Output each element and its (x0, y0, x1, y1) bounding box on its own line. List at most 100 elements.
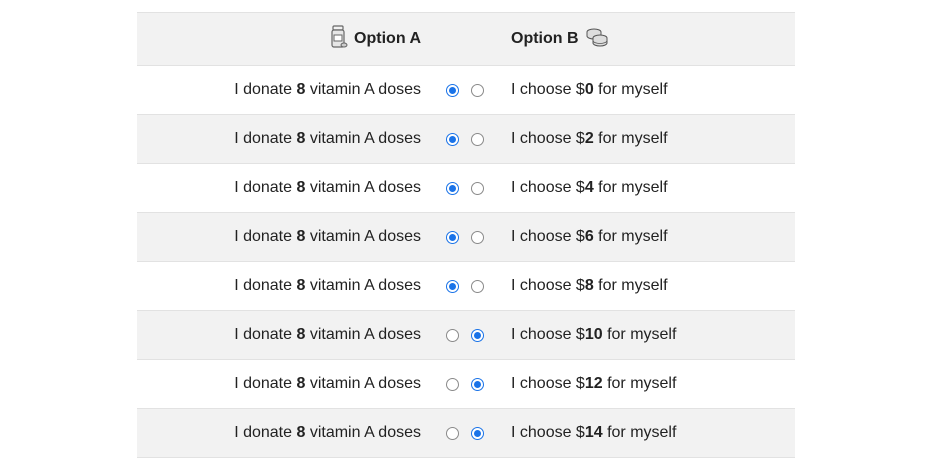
option-a-radio[interactable] (446, 328, 459, 342)
table-row: I donate 8 vitamin A doses I choose $10 … (137, 311, 795, 360)
donate-suffix: vitamin A doses (305, 130, 421, 147)
donate-suffix: vitamin A doses (305, 277, 421, 294)
option-b-radio[interactable] (471, 279, 484, 293)
choose-amount: 12 (584, 375, 603, 392)
choose-amount: 8 (584, 277, 594, 294)
choose-amount: 4 (584, 179, 594, 196)
table-row: I donate 8 vitamin A doses I choose $0 f… (137, 66, 795, 115)
option-b-text: I choose $4 for myself (511, 164, 668, 212)
radio-group (446, 360, 484, 408)
option-b-radio[interactable] (471, 181, 484, 195)
choice-table: Option A Option B I donate 8 vitamin A d… (137, 12, 795, 458)
table-row: I donate 8 vitamin A doses I choose $4 f… (137, 164, 795, 213)
option-a-radio[interactable] (446, 230, 459, 244)
donate-prefix: I donate (234, 81, 297, 98)
option-b-text: I choose $12 for myself (511, 360, 676, 408)
option-a-radio[interactable] (446, 181, 459, 195)
option-a-radio[interactable] (446, 279, 459, 293)
option-a-text: I donate 8 vitamin A doses (234, 115, 421, 163)
choose-suffix: for myself (593, 81, 668, 98)
option-b-header: Option B (511, 13, 609, 65)
choose-amount: 14 (584, 424, 603, 441)
option-b-text: I choose $14 for myself (511, 409, 676, 457)
option-a-text: I donate 8 vitamin A doses (234, 311, 421, 359)
radio-group (446, 213, 484, 261)
choose-prefix: I choose $ (511, 326, 585, 343)
radio-group (446, 164, 484, 212)
option-b-radio[interactable] (471, 230, 484, 244)
choose-suffix: for myself (593, 228, 668, 245)
option-a-text: I donate 8 vitamin A doses (234, 164, 421, 212)
table-row: I donate 8 vitamin A doses I choose $6 f… (137, 213, 795, 262)
donate-prefix: I donate (234, 277, 297, 294)
option-a-text: I donate 8 vitamin A doses (234, 360, 421, 408)
rows-container: I donate 8 vitamin A doses I choose $0 f… (137, 66, 795, 458)
option-a-label: Option A (354, 30, 421, 47)
donate-prefix: I donate (234, 326, 297, 343)
option-a-radio[interactable] (446, 426, 459, 440)
choose-amount: 2 (584, 130, 594, 147)
option-a-text: I donate 8 vitamin A doses (234, 262, 421, 310)
donate-amount: 8 (296, 424, 306, 441)
donate-prefix: I donate (234, 130, 297, 147)
choose-prefix: I choose $ (511, 424, 585, 441)
coins-icon (585, 26, 609, 53)
radio-group (446, 66, 484, 114)
choose-suffix: for myself (602, 375, 677, 392)
option-b-radio[interactable] (471, 132, 484, 146)
choose-prefix: I choose $ (511, 81, 585, 98)
option-a-text: I donate 8 vitamin A doses (234, 213, 421, 261)
donate-amount: 8 (296, 130, 306, 147)
option-a-radio[interactable] (446, 83, 459, 97)
radio-group (446, 262, 484, 310)
table-row: I donate 8 vitamin A doses I choose $14 … (137, 409, 795, 458)
choose-suffix: for myself (602, 424, 677, 441)
option-a-radio[interactable] (446, 132, 459, 146)
table-row: I donate 8 vitamin A doses I choose $12 … (137, 360, 795, 409)
option-b-label: Option B (511, 30, 579, 47)
option-a-text: I donate 8 vitamin A doses (234, 66, 421, 114)
table-header: Option A Option B (137, 13, 795, 66)
table-row: I donate 8 vitamin A doses I choose $2 f… (137, 115, 795, 164)
choose-suffix: for myself (602, 326, 677, 343)
option-b-radio[interactable] (471, 328, 484, 342)
choose-amount: 10 (584, 326, 603, 343)
choose-amount: 0 (584, 81, 594, 98)
option-b-text: I choose $10 for myself (511, 311, 676, 359)
option-b-text: I choose $0 for myself (511, 66, 668, 114)
donate-suffix: vitamin A doses (305, 179, 421, 196)
choose-suffix: for myself (593, 179, 668, 196)
choose-prefix: I choose $ (511, 277, 585, 294)
choose-prefix: I choose $ (511, 228, 585, 245)
option-a-radio[interactable] (446, 377, 459, 391)
choose-prefix: I choose $ (511, 130, 585, 147)
option-b-text: I choose $2 for myself (511, 115, 668, 163)
option-b-radio[interactable] (471, 83, 484, 97)
donate-amount: 8 (296, 375, 306, 392)
donate-suffix: vitamin A doses (305, 81, 421, 98)
donate-suffix: vitamin A doses (305, 326, 421, 343)
option-b-radio[interactable] (471, 377, 484, 391)
choose-suffix: for myself (593, 130, 668, 147)
option-a-header: Option A (330, 13, 421, 65)
donate-suffix: vitamin A doses (305, 424, 421, 441)
choose-amount: 6 (584, 228, 594, 245)
choose-prefix: I choose $ (511, 375, 585, 392)
donate-prefix: I donate (234, 424, 297, 441)
donate-prefix: I donate (234, 179, 297, 196)
radio-group (446, 409, 484, 457)
donate-prefix: I donate (234, 375, 297, 392)
donate-suffix: vitamin A doses (305, 375, 421, 392)
radio-group (446, 115, 484, 163)
donate-prefix: I donate (234, 228, 297, 245)
option-b-radio[interactable] (471, 426, 484, 440)
donate-amount: 8 (296, 81, 306, 98)
donate-amount: 8 (296, 228, 306, 245)
table-row: I donate 8 vitamin A doses I choose $8 f… (137, 262, 795, 311)
radio-group (446, 311, 484, 359)
option-b-text: I choose $8 for myself (511, 262, 668, 310)
choose-suffix: for myself (593, 277, 668, 294)
option-b-text: I choose $6 for myself (511, 213, 668, 261)
choose-prefix: I choose $ (511, 179, 585, 196)
medicine-bottle-icon (330, 24, 348, 54)
